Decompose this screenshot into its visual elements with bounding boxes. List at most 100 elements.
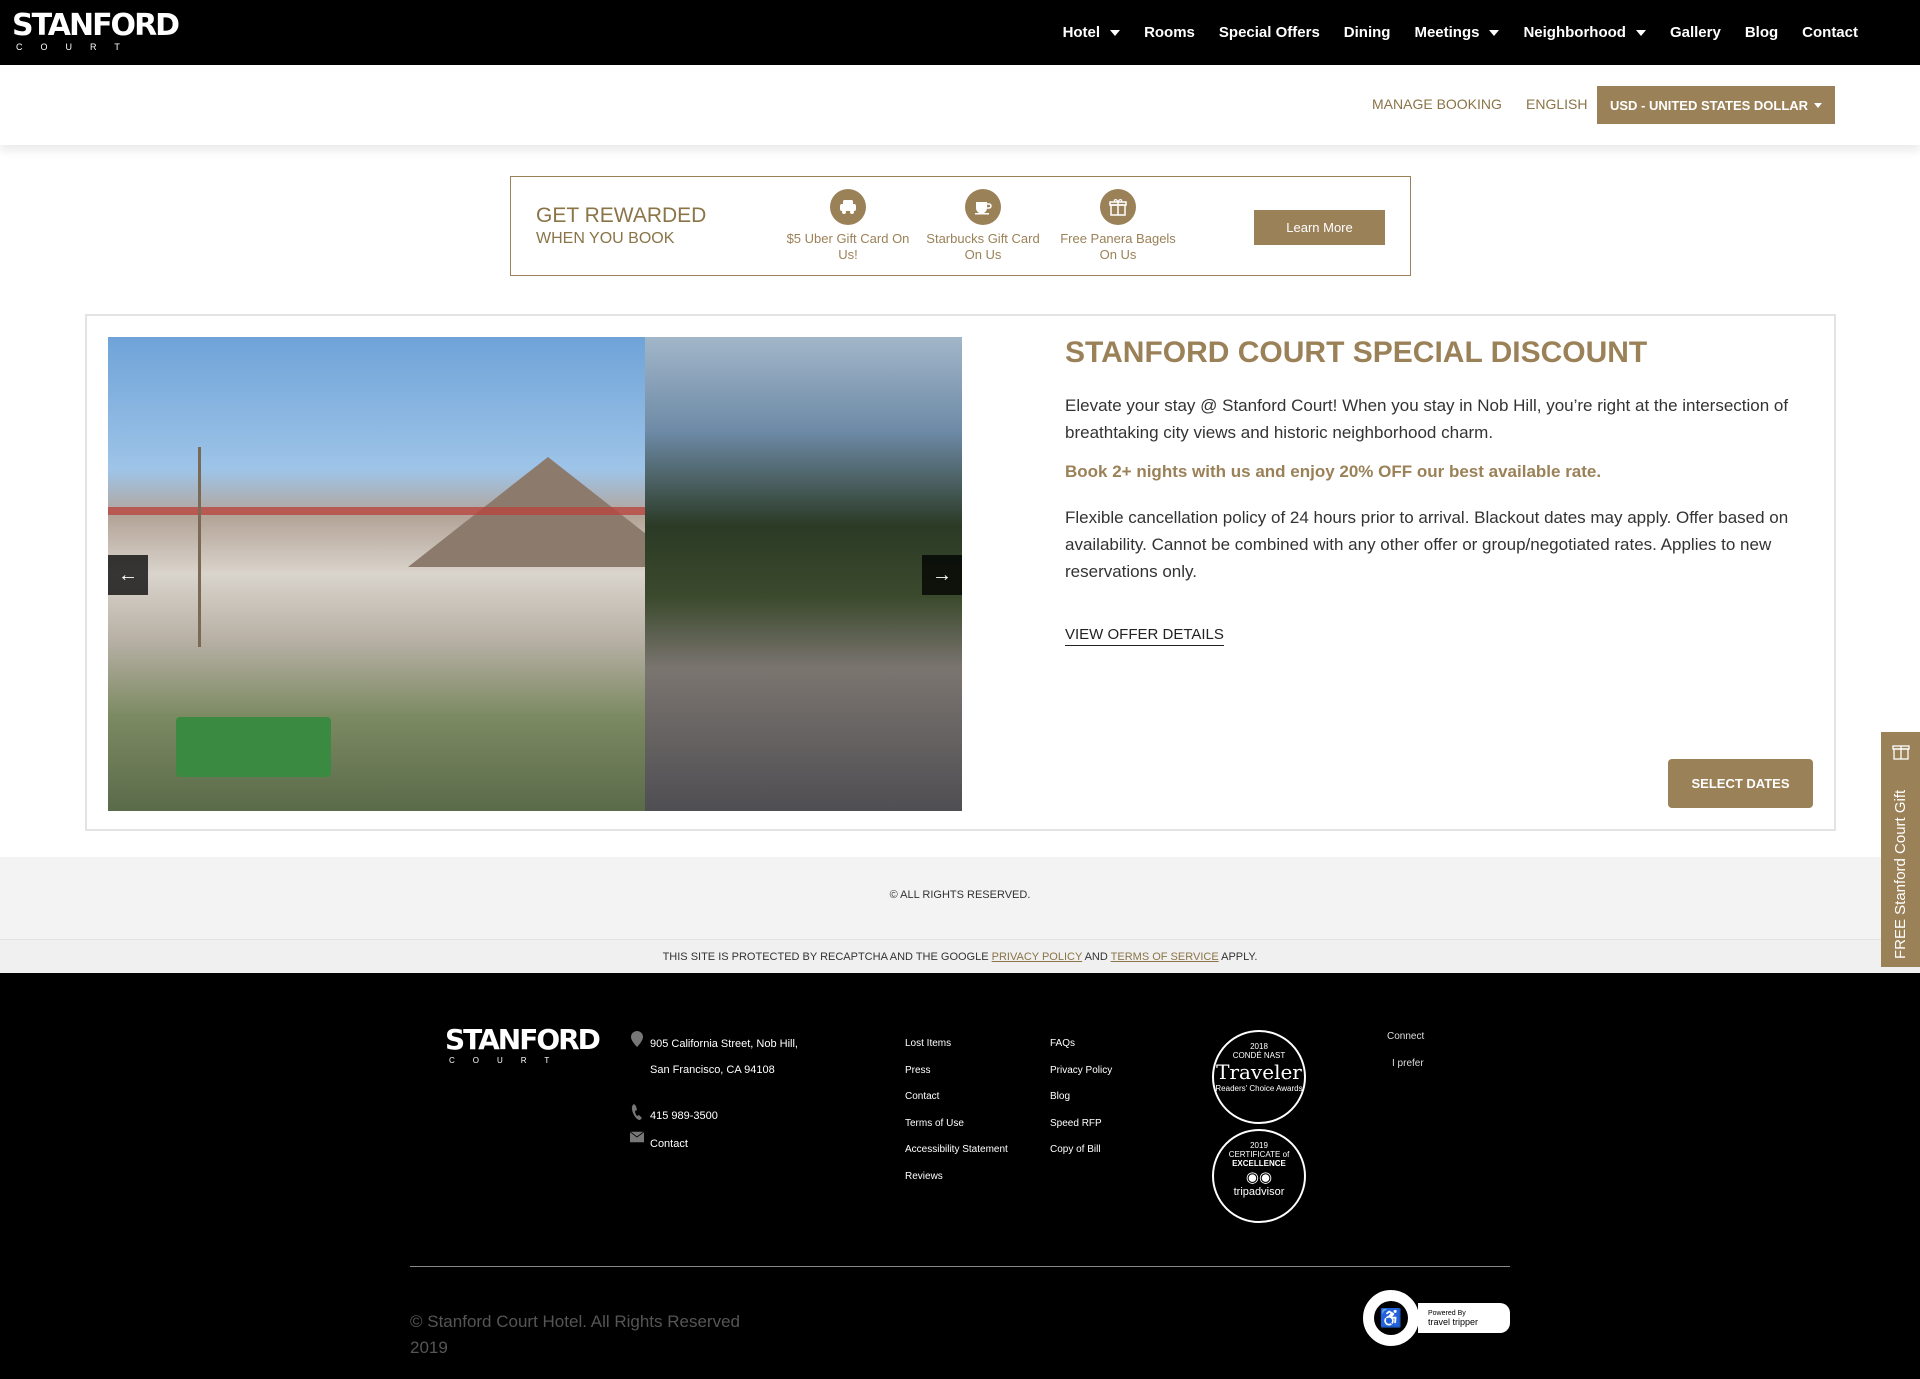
language-selector[interactable]: ENGLISH xyxy=(1526,96,1587,112)
footer-links-col1: Lost Items Press Contact Terms of Use Ac… xyxy=(905,1031,1008,1190)
chevron-down-icon xyxy=(1110,29,1121,36)
view-offer-details-link[interactable]: VIEW OFFER DETAILS xyxy=(1065,626,1224,646)
footer-link-faqs[interactable]: FAQs xyxy=(1050,1031,1112,1058)
footer-link-lost-items[interactable]: Lost Items xyxy=(905,1031,1008,1058)
carousel-next-button[interactable]: → xyxy=(922,555,962,595)
chevron-down-icon xyxy=(1814,102,1823,108)
tripadvisor-badge[interactable]: 2019 CERTIFICATE of EXCELLENCE ◉◉ tripad… xyxy=(1212,1129,1306,1223)
nav-meetings[interactable]: Meetings xyxy=(1414,24,1500,41)
footer-link-privacy[interactable]: Privacy Policy xyxy=(1050,1058,1112,1085)
badge-sub: Readers' Choice Awards xyxy=(1215,1084,1303,1093)
footer-link-press[interactable]: Press xyxy=(905,1058,1008,1085)
footer-link-contact[interactable]: Contact xyxy=(905,1084,1008,1111)
nav-blog[interactable]: Blog xyxy=(1745,24,1778,41)
footer-link-accessibility[interactable]: Accessibility Statement xyxy=(905,1137,1008,1164)
chevron-down-icon xyxy=(1635,29,1646,36)
footer-link-copy-of-bill[interactable]: Copy of Bill xyxy=(1050,1137,1112,1164)
site-footer: STANFORD COURT 905 California Street, No… xyxy=(0,973,1920,1379)
nav-rooms[interactable]: Rooms xyxy=(1144,24,1195,41)
learn-more-button[interactable]: Learn More xyxy=(1254,210,1385,245)
special-offer-card: ← → STANFORD COURT SPECIAL DISCOUNT Elev… xyxy=(85,314,1836,831)
nob-hill-street-photo xyxy=(645,337,962,811)
stanford-court-logo[interactable]: STANFORD COURT xyxy=(12,8,180,53)
nav-dining[interactable]: Dining xyxy=(1344,24,1391,41)
nav-special-offers[interactable]: Special Offers xyxy=(1219,24,1320,41)
perk-label: $5 Uber Gift Card On xyxy=(786,231,910,246)
footer-links-col2: FAQs Privacy Policy Blog Speed RFP Copy … xyxy=(1050,1031,1112,1164)
perk-label: Starbucks Gift Card xyxy=(926,231,1040,246)
ada-compliance-badge[interactable]: ♿ Powered By travel tripper xyxy=(1360,1287,1510,1349)
footer-logo[interactable]: STANFORD COURT xyxy=(445,1023,601,1066)
connect-badge-image[interactable]: Connect xyxy=(1387,1031,1424,1042)
logo-word: STANFORD xyxy=(445,1023,601,1056)
accessibility-icon: ♿ xyxy=(1374,1301,1408,1335)
perk-label: Us! xyxy=(838,247,858,262)
offer-image-carousel[interactable]: ← → xyxy=(108,337,962,811)
powered-by-pill: Powered By travel tripper xyxy=(1418,1303,1510,1333)
address-line: 905 California Street, Nob Hill, xyxy=(650,1038,798,1050)
rewards-title: GET REWARDED xyxy=(536,204,707,227)
free-gift-side-tab[interactable]: FREE Stanford Court Gift xyxy=(1881,732,1920,967)
offer-highlight: Book 2+ nights with us and enjoy 20% OFF… xyxy=(1065,462,1602,481)
nav-contact[interactable]: Contact xyxy=(1802,24,1858,41)
logo-sub: COURT xyxy=(16,42,138,52)
offer-intro: Elevate your stay @ Stanford Court! When… xyxy=(1065,396,1789,442)
powered-brand: travel tripper xyxy=(1428,1317,1479,1327)
recaptcha-text: THIS SITE IS PROTECTED BY RECAPTCHA AND … xyxy=(662,951,989,963)
coffee-icon xyxy=(965,189,1001,225)
badge-year: 2018 xyxy=(1250,1042,1268,1051)
perk-starbucks: Starbucks Gift Card On Us xyxy=(913,189,1053,263)
nav-hotel[interactable]: Hotel xyxy=(1063,24,1121,41)
badge-name: Traveler xyxy=(1216,1060,1302,1084)
google-privacy-link[interactable]: PRIVACY POLICY xyxy=(992,951,1082,963)
rewards-banner: GET REWARDED WHEN YOU BOOK $5 Uber Gift … xyxy=(510,176,1411,276)
booking-bar: MANAGE BOOKING ENGLISH USD - UNITED STAT… xyxy=(0,65,1920,145)
gift-icon xyxy=(1100,189,1136,225)
chevron-down-icon xyxy=(1489,29,1500,36)
recaptcha-text: AND xyxy=(1084,951,1108,963)
i-prefer-badge-image[interactable]: I prefer xyxy=(1392,1058,1424,1069)
logo-word: STANFORD xyxy=(12,8,180,43)
footer-address: 905 California Street, Nob Hill, San Fra… xyxy=(630,1031,798,1157)
car-icon xyxy=(830,189,866,225)
perk-label: On Us xyxy=(964,247,1002,262)
top-nav-bar: STANFORD COURT Hotel Rooms Special Offer… xyxy=(0,0,1920,65)
photo-streetcar xyxy=(176,717,331,777)
conde-nast-award-badge[interactable]: 2018 CONDÉ NAST Traveler Readers' Choice… xyxy=(1212,1030,1306,1124)
badge-brand: tripadvisor xyxy=(1233,1186,1285,1198)
google-terms-link[interactable]: TERMS OF SERVICE xyxy=(1111,951,1219,963)
footer-contact-link[interactable]: Contact xyxy=(650,1131,688,1157)
main-nav: Hotel Rooms Special Offers Dining Meetin… xyxy=(1063,0,1858,65)
offer-title: STANFORD COURT SPECIAL DISCOUNT xyxy=(1065,336,1648,369)
carousel-prev-button[interactable]: ← xyxy=(108,555,148,595)
badge-line: EXCELLENCE xyxy=(1232,1159,1286,1168)
badge-line: CERTIFICATE of xyxy=(1228,1150,1290,1159)
map-pin-icon xyxy=(630,1031,644,1047)
phone-icon xyxy=(630,1103,644,1121)
nav-neighborhood[interactable]: Neighborhood xyxy=(1523,24,1646,41)
currency-label: USD - UNITED STATES DOLLAR xyxy=(1609,97,1809,113)
footer-link-blog[interactable]: Blog xyxy=(1050,1084,1112,1111)
owl-icon: ◉◉ xyxy=(1245,1169,1273,1186)
recaptcha-text: APPLY. xyxy=(1221,951,1258,963)
nav-gallery[interactable]: Gallery xyxy=(1670,24,1721,41)
offer-terms: Flexible cancellation policy of 24 hours… xyxy=(1065,508,1789,581)
perk-panera: Free Panera Bagels On Us xyxy=(1048,189,1188,263)
rights-text: © ALL RIGHTS RESERVED. xyxy=(889,889,1031,901)
perk-uber: $5 Uber Gift Card On Us! xyxy=(778,189,918,263)
manage-booking-link[interactable]: MANAGE BOOKING xyxy=(1372,96,1502,112)
currency-dropdown[interactable]: USD - UNITED STATES DOLLAR xyxy=(1597,86,1835,124)
footer-link-speed-rfp[interactable]: Speed RFP xyxy=(1050,1111,1112,1138)
arrow-right-icon: → xyxy=(932,563,952,586)
perk-label: On Us xyxy=(1099,247,1137,262)
footer-divider xyxy=(410,1266,1510,1267)
footer-copyright: © Stanford Court Hotel. All Rights Reser… xyxy=(410,1312,741,1357)
envelope-icon xyxy=(630,1131,644,1143)
address-line: San Francisco, CA 94108 xyxy=(650,1064,775,1076)
select-dates-button[interactable]: SELECT DATES xyxy=(1668,759,1813,808)
footer-link-terms[interactable]: Terms of Use xyxy=(905,1111,1008,1138)
phone-number[interactable]: 415 989-3500 xyxy=(650,1103,718,1129)
footer-link-reviews[interactable]: Reviews xyxy=(905,1164,1008,1191)
rewards-subtitle: WHEN YOU BOOK xyxy=(536,230,675,247)
gift-tab-label: FREE Stanford Court Gift xyxy=(1892,789,1909,959)
